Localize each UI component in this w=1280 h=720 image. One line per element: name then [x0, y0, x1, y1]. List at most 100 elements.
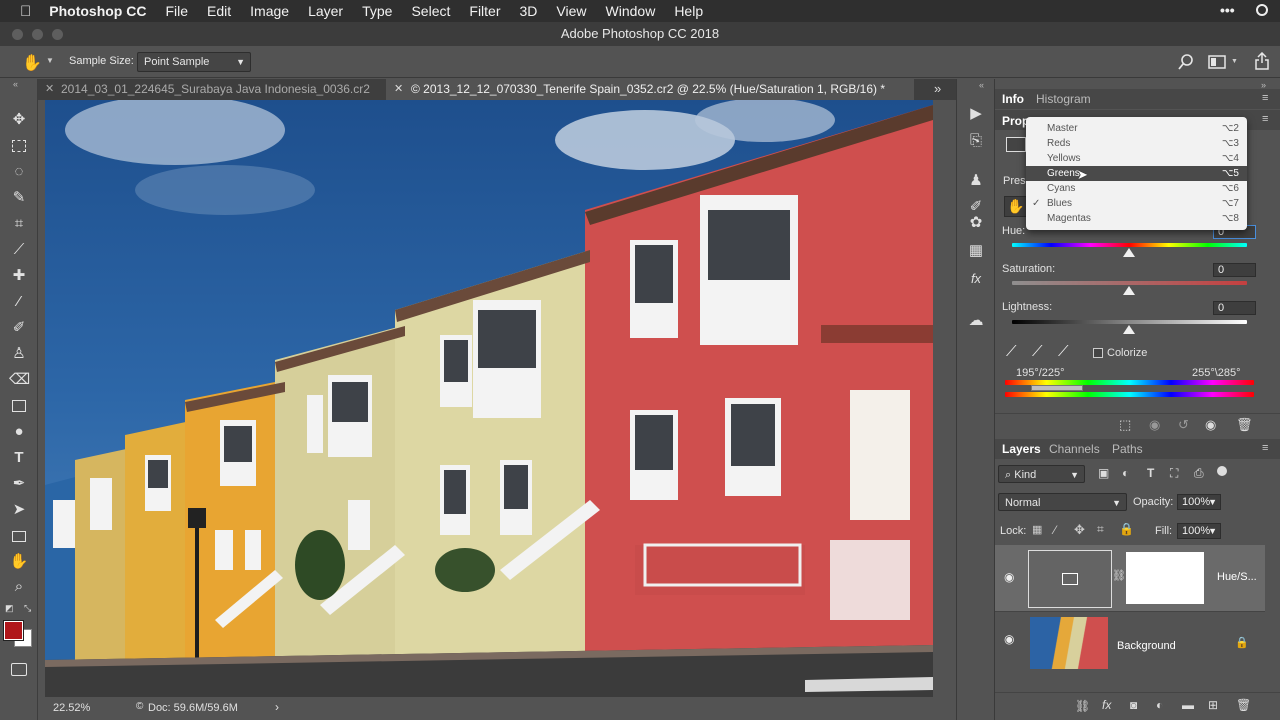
filter-kind-select[interactable]: ⌕ Kind ▼ — [998, 465, 1085, 483]
expand-panels-icon[interactable]: « — [979, 80, 984, 90]
sample-size-select[interactable]: Point Sample ▼ — [137, 52, 251, 72]
quick-mask-icon[interactable] — [9, 659, 29, 679]
lightness-slider[interactable] — [1012, 320, 1247, 324]
panel-menu-icon[interactable]: ≡ — [1262, 92, 1268, 104]
menu-image[interactable]: Image — [250, 3, 289, 19]
panel-menu-icon[interactable]: ≡ — [1262, 113, 1268, 125]
new-adjustment-layer-icon[interactable]: ◐ — [1156, 698, 1163, 712]
hand-tool-icon[interactable]: ✋ — [22, 53, 42, 73]
rectangle-tool-icon[interactable] — [9, 526, 29, 546]
apple-icon[interactable]:  — [20, 3, 31, 20]
menu-layer[interactable]: Layer — [308, 3, 343, 19]
clone-source-icon[interactable]: ♟ — [966, 171, 986, 191]
filter-smart-object-icon[interactable]: ⎙ — [1194, 466, 1204, 481]
healing-brush-tool-icon[interactable]: ✚ — [9, 266, 29, 286]
visibility-icon[interactable]: ◉ — [1205, 417, 1216, 433]
close-tab-icon[interactable]: ✕ — [45, 82, 54, 95]
foreground-color-swatch[interactable] — [3, 620, 24, 641]
path-selection-tool-icon[interactable]: ➤ — [9, 500, 29, 520]
lightness-slider-thumb[interactable] — [1123, 325, 1135, 334]
dropdown-item-greens[interactable]: Greens ⌥5 ➤ — [1026, 166, 1247, 182]
add-mask-icon[interactable]: ◙ — [1130, 698, 1137, 712]
blend-mode-select[interactable]: Normal ▼ — [998, 493, 1127, 511]
more-tabs-icon[interactable]: » — [934, 81, 941, 96]
document-canvas[interactable] — [45, 100, 933, 697]
lasso-tool-icon[interactable]: ◌ — [9, 162, 29, 182]
swap-colors-icon[interactable]: ⤡ — [24, 603, 31, 614]
tab-paths[interactable]: Paths — [1112, 440, 1143, 458]
panel-menu-icon[interactable]: ≡ — [1262, 442, 1268, 454]
quick-selection-tool-icon[interactable]: ✎ — [9, 188, 29, 208]
more-icon[interactable]: ••• — [1220, 2, 1235, 18]
filter-shape-icon[interactable]: ⛶ — [1170, 466, 1178, 481]
saturation-value-field[interactable]: 0 — [1213, 263, 1256, 277]
color-range-selector[interactable] — [1031, 385, 1083, 391]
opacity-field[interactable]: 100% ▼ — [1177, 494, 1221, 510]
clip-to-layer-icon[interactable]: ⬚ — [1119, 417, 1131, 433]
filter-pixel-icon[interactable]: ▣ — [1098, 466, 1109, 480]
menu-file[interactable]: File — [165, 3, 188, 19]
menu-help[interactable]: Help — [674, 3, 703, 19]
dropdown-item-cyans[interactable]: Cyans ⌥6 — [1026, 181, 1247, 196]
eraser-tool-icon[interactable]: ⌫ — [9, 370, 30, 390]
blur-tool-icon[interactable]: ● — [9, 422, 29, 442]
fill-field[interactable]: 100% ▼ — [1177, 523, 1221, 539]
visibility-eye-icon[interactable]: ◉ — [1004, 570, 1014, 584]
lock-transparent-icon[interactable]: ▦ — [1032, 523, 1042, 536]
collapse-icon[interactable]: « — [13, 79, 18, 89]
tab-layers[interactable]: Layers — [1002, 440, 1041, 458]
marquee-tool-icon[interactable] — [9, 136, 29, 156]
pen-tool-icon[interactable]: ✒ — [9, 474, 29, 494]
filter-adjustment-icon[interactable]: ◐ — [1122, 466, 1129, 480]
tab-surabaya[interactable]: 2014_03_01_224645_Surabaya Java Indonesi… — [61, 79, 370, 100]
add-to-sample-eyedropper-icon[interactable]: ⟋ — [1032, 343, 1043, 360]
minimize-window-button[interactable] — [32, 29, 43, 40]
layer-row[interactable]: ◉ Background 🔒 — [995, 611, 1265, 669]
new-group-icon[interactable]: ▬ — [1182, 698, 1194, 712]
delete-layer-icon[interactable]: 🗑 — [1236, 698, 1251, 712]
siri-icon[interactable] — [1256, 4, 1268, 16]
close-window-button[interactable] — [12, 29, 23, 40]
default-colors-icon[interactable]: ◩ — [5, 603, 14, 614]
actions-icon[interactable]: ▶ — [966, 104, 986, 124]
brush-alt-tool-icon[interactable]: ✐ — [9, 318, 29, 338]
new-layer-icon[interactable]: ⊞ — [1208, 698, 1218, 712]
zoom-tool-icon[interactable]: ⌕ — [9, 577, 29, 597]
close-tab-icon[interactable]: ✕ — [394, 82, 403, 95]
menu-type[interactable]: Type — [362, 3, 392, 19]
lock-artboard-icon[interactable]: ⌗ — [1097, 522, 1104, 537]
chain-link-icon[interactable]: ⛓ — [1112, 569, 1126, 582]
lock-position-icon[interactable]: ✥ — [1074, 522, 1085, 538]
swatches-icon[interactable]: ▦ — [966, 241, 986, 261]
visibility-eye-icon[interactable]: ◉ — [1004, 632, 1014, 646]
gradient-tool-icon[interactable] — [9, 396, 29, 416]
delete-adjustment-icon[interactable]: 🗑 — [1236, 417, 1253, 433]
link-layers-icon[interactable]: ⛓ — [1075, 699, 1090, 713]
layer-name[interactable]: Background — [1117, 640, 1176, 652]
tab-tenerife[interactable]: © 2013_12_12_070330_Tenerife Spain_0352.… — [411, 79, 885, 100]
color-icon[interactable]: ✿ — [966, 213, 986, 233]
dropdown-item-blues[interactable]: ✓ Blues ⌥7 — [1026, 196, 1247, 211]
doc-size[interactable]: Doc: 59.6M/59.6M — [148, 702, 238, 714]
tool-preset-chevron-icon[interactable]: ▼ — [46, 56, 54, 65]
history-icon[interactable]: ⎘ — [966, 131, 986, 151]
eyedropper-icon[interactable]: ⟋ — [1006, 343, 1017, 360]
reset-icon[interactable]: ↺ — [1178, 417, 1189, 433]
targeted-adjustment-hand-icon[interactable]: ✋ — [1004, 196, 1028, 217]
type-tool-icon[interactable]: T — [9, 448, 29, 468]
workspace-chevron-icon[interactable]: ▼ — [1231, 58, 1238, 65]
styles-fx-icon[interactable]: fx — [966, 269, 986, 289]
workspace-icon[interactable] — [1208, 55, 1226, 69]
view-previous-state-icon[interactable]: ◉ — [1149, 417, 1160, 433]
zoom-level[interactable]: 22.52% — [53, 702, 90, 714]
menu-window[interactable]: Window — [606, 3, 656, 19]
zoom-window-button[interactable] — [52, 29, 63, 40]
hue-slider[interactable] — [1012, 243, 1247, 247]
tab-info[interactable]: Info — [1002, 90, 1024, 108]
clone-stamp-tool-icon[interactable]: ♙ — [9, 344, 29, 364]
status-menu-chevron-icon[interactable]: › — [275, 700, 279, 714]
app-menu[interactable]: Photoshop CC — [49, 3, 146, 19]
lock-all-icon[interactable]: 🔒 — [1119, 522, 1134, 536]
tab-histogram[interactable]: Histogram — [1036, 90, 1091, 108]
menu-edit[interactable]: Edit — [207, 3, 231, 19]
